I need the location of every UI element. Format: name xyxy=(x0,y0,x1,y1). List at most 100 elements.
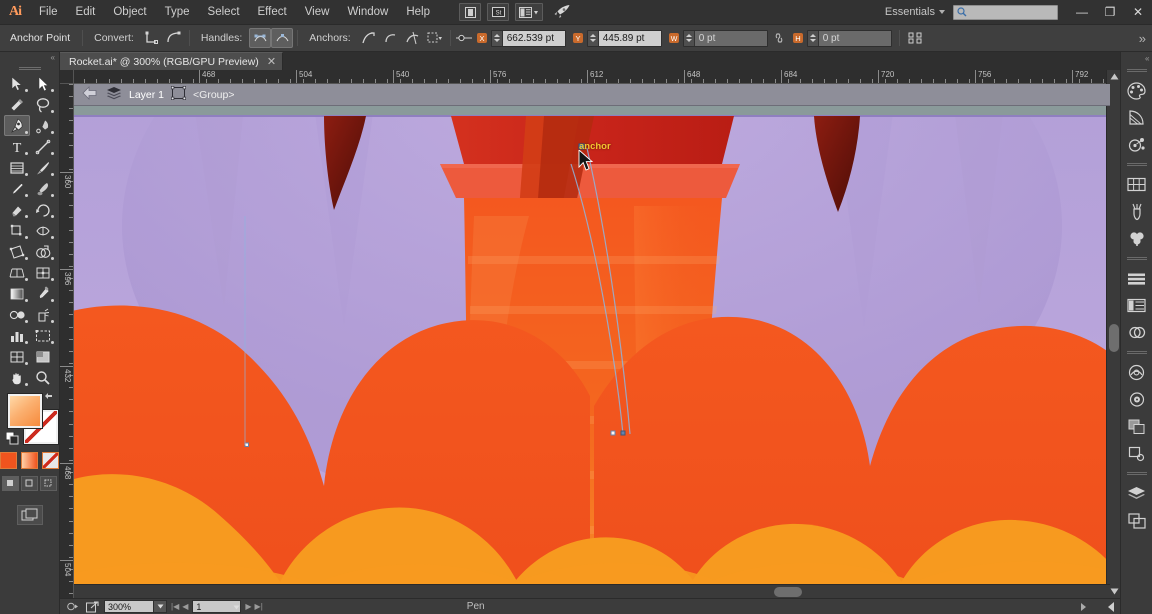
height-input[interactable] xyxy=(818,30,891,46)
direct-selection-tool[interactable] xyxy=(30,73,56,94)
ruler-origin[interactable] xyxy=(60,70,74,84)
y-input[interactable] xyxy=(598,30,661,46)
artboard-next-last-nav[interactable]: ▶ ▶| xyxy=(245,602,262,611)
artboard-number-input[interactable] xyxy=(193,601,234,612)
column-graph-tool[interactable] xyxy=(4,325,30,346)
convert-to-smooth-icon[interactable] xyxy=(163,28,185,48)
color-guide-panel-icon[interactable] xyxy=(1123,104,1151,131)
color-mode-icon[interactable] xyxy=(0,452,17,469)
show-handles-icon[interactable] xyxy=(249,28,272,48)
x-position-field[interactable] xyxy=(490,29,566,47)
tools-panel-collapse-icon[interactable]: « xyxy=(0,52,59,63)
status-next-icon[interactable] xyxy=(1081,602,1086,611)
change-screen-mode-icon[interactable] xyxy=(16,505,43,525)
hand-tool[interactable] xyxy=(4,367,30,388)
control-bar-overflow-menu[interactable]: » xyxy=(1139,31,1152,46)
magic-wand-tool[interactable] xyxy=(4,94,30,115)
connect-anchor-icon[interactable] xyxy=(380,28,402,48)
perspective-grid-tool[interactable] xyxy=(4,262,30,283)
zoom-chevron-down-icon[interactable] xyxy=(153,601,166,612)
symbols-panel-icon[interactable] xyxy=(1123,225,1151,252)
h-stepper[interactable] xyxy=(807,30,819,46)
remove-anchor-icon[interactable] xyxy=(358,28,380,48)
mesh-tool[interactable] xyxy=(30,262,56,283)
shaper-tool[interactable] xyxy=(4,178,30,199)
brushes-panel-icon[interactable] xyxy=(1123,198,1151,225)
blend-tool[interactable] xyxy=(4,304,30,325)
artboards-panel-icon[interactable] xyxy=(1123,507,1151,534)
y-position-field[interactable] xyxy=(586,29,662,47)
appearance-panel-icon[interactable] xyxy=(1123,359,1151,386)
menu-edit[interactable]: Edit xyxy=(67,0,105,25)
artboard-first-prev-nav[interactable]: |◀ ◀ xyxy=(171,602,188,611)
back-one-level-icon[interactable] xyxy=(82,86,99,103)
bridge-icon[interactable] xyxy=(459,3,481,21)
default-fill-stroke-icon[interactable] xyxy=(5,431,19,445)
symbol-sprayer-tool[interactable] xyxy=(30,304,56,325)
none-mode-icon[interactable] xyxy=(42,452,59,469)
horizontal-scrollbar[interactable] xyxy=(74,584,1110,598)
tools-panel-drag-handle[interactable] xyxy=(0,63,59,73)
artboard-chevron-down-icon[interactable] xyxy=(233,601,240,613)
menu-type[interactable]: Type xyxy=(156,0,199,25)
lasso-tool[interactable] xyxy=(30,94,56,115)
height-field[interactable] xyxy=(806,29,892,47)
constrain-proportions-icon[interactable] xyxy=(771,29,789,47)
minimize-button[interactable]: — xyxy=(1068,0,1096,25)
eyedropper-tool[interactable] xyxy=(30,283,56,304)
close-icon[interactable]: ✕ xyxy=(267,56,276,67)
menu-object[interactable]: Object xyxy=(104,0,155,25)
slice-tool[interactable] xyxy=(4,346,30,367)
scroll-up-icon[interactable] xyxy=(1107,70,1121,83)
status-prev-icon[interactable] xyxy=(1108,601,1114,612)
scale-tool[interactable] xyxy=(4,220,30,241)
eraser-tool[interactable] xyxy=(4,199,30,220)
align-icon[interactable] xyxy=(904,28,926,48)
menu-effect[interactable]: Effect xyxy=(249,0,296,25)
draw-behind-icon[interactable] xyxy=(21,476,38,491)
menu-select[interactable]: Select xyxy=(199,0,249,25)
current-tool-label[interactable]: Pen xyxy=(467,601,485,612)
convert-to-corner-icon[interactable] xyxy=(141,28,163,48)
rocket-icon[interactable] xyxy=(549,3,575,21)
draw-normal-icon[interactable] xyxy=(2,476,19,491)
pathfinder-panel-icon[interactable] xyxy=(1123,319,1151,346)
curvature-tool[interactable] xyxy=(30,115,56,136)
document-tab[interactable]: Rocket.ai* @ 300% (RGB/GPU Preview) ✕ xyxy=(60,52,284,70)
shape-builder-tool[interactable] xyxy=(30,241,56,262)
menu-help[interactable]: Help xyxy=(397,0,439,25)
blob-brush-tool[interactable] xyxy=(30,178,56,199)
color-panel-icon[interactable] xyxy=(1123,77,1151,104)
horizontal-scroll-thumb[interactable] xyxy=(774,587,802,597)
dock-expand-icon[interactable]: « xyxy=(1121,52,1152,64)
horizontal-ruler[interactable]: 468504540576612648684720756792828 xyxy=(60,70,1120,84)
pen-tool[interactable] xyxy=(4,115,30,136)
hide-handles-icon[interactable] xyxy=(271,28,294,48)
y-stepper[interactable] xyxy=(587,30,599,46)
zoom-level-combo[interactable] xyxy=(104,600,167,613)
artboard-tool[interactable] xyxy=(30,325,56,346)
x-stepper[interactable] xyxy=(491,30,503,46)
type-tool[interactable]: T xyxy=(4,136,30,157)
menu-view[interactable]: View xyxy=(296,0,339,25)
print-tiling-tool[interactable] xyxy=(30,346,56,367)
close-button[interactable]: ✕ xyxy=(1124,0,1152,25)
artboard-number-combo[interactable] xyxy=(192,600,242,613)
layer-name[interactable]: Layer 1 xyxy=(129,89,164,101)
vertical-ruler[interactable]: 360396432468504540 xyxy=(60,84,74,598)
swap-fill-stroke-icon[interactable] xyxy=(44,392,56,404)
workspace-chevron-down-icon[interactable] xyxy=(939,10,945,14)
align-panel-icon[interactable] xyxy=(1123,265,1151,292)
menu-window[interactable]: Window xyxy=(338,0,397,25)
graphic-styles-panel-icon[interactable] xyxy=(1123,386,1151,413)
w-stepper[interactable] xyxy=(683,30,695,46)
swatches-panel-icon[interactable] xyxy=(1123,171,1151,198)
width-tool[interactable] xyxy=(30,220,56,241)
arrange-documents-icon[interactable] xyxy=(515,3,543,21)
layers-panel-icon[interactable] xyxy=(1123,480,1151,507)
transform-panel-icon[interactable] xyxy=(1123,292,1151,319)
line-segment-tool[interactable] xyxy=(30,136,56,157)
transparency-panel-icon[interactable] xyxy=(1123,413,1151,440)
paintbrush-tool[interactable] xyxy=(30,157,56,178)
zoom-input[interactable] xyxy=(105,601,153,612)
